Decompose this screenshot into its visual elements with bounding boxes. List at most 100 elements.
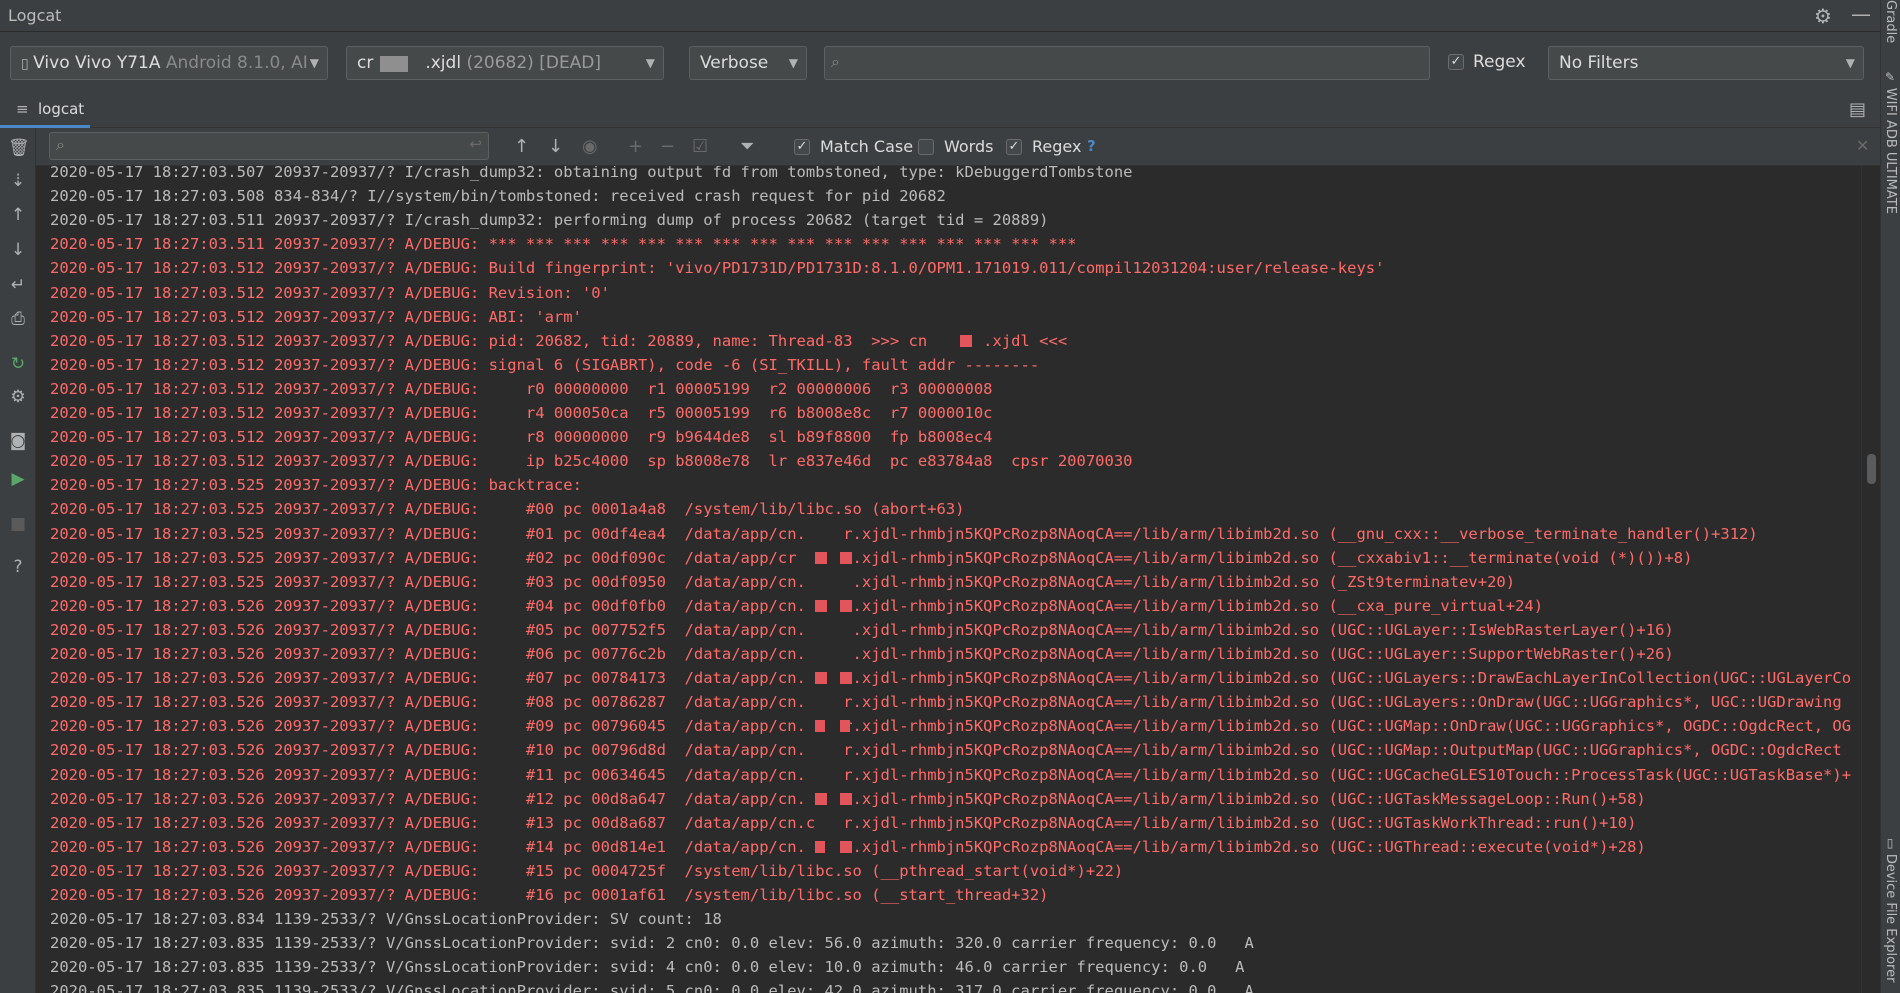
camera-icon[interactable]: ◙ (8, 430, 28, 452)
find-input[interactable]: ⌕ ↩ (49, 132, 489, 160)
log-line[interactable]: 2020-05-17 18:27:03.835 1139-2533/? V/Gn… (50, 955, 1244, 979)
redaction-mark (815, 551, 827, 564)
down-arrow-icon[interactable]: ↓ (8, 239, 28, 261)
device-file-explorer-label: Device File Explorer (1883, 853, 1898, 983)
minimize-icon[interactable]: — (1851, 2, 1871, 26)
wifi-adb-tool-tab[interactable]: ✎ WIFI ADB ULTIMATE (1883, 70, 1898, 214)
log-line[interactable]: 2020-05-17 18:27:03.526 20937-20937/? A/… (50, 690, 1842, 714)
log-line[interactable]: 2020-05-17 18:27:03.835 1139-2533/? V/Gn… (50, 979, 1254, 993)
filter-search-input[interactable]: ⌕ (824, 46, 1430, 80)
find-regex-label: Regex (1032, 137, 1082, 156)
log-line[interactable]: 2020-05-17 18:27:03.512 20937-20937/? A/… (50, 353, 1039, 377)
find-regex-checkbox[interactable]: ✓ (1006, 139, 1022, 155)
log-line[interactable]: 2020-05-17 18:27:03.834 1139-2533/? V/Gn… (50, 907, 722, 931)
log-line[interactable]: 2020-05-17 18:27:03.512 20937-20937/? A/… (50, 281, 610, 305)
log-line[interactable]: 2020-05-17 18:27:03.507 20937-20937/? I/… (50, 166, 1133, 184)
filter-icon[interactable]: ⏷ (740, 136, 754, 157)
log-line[interactable]: 2020-05-17 18:27:03.526 20937-20937/? A/… (50, 618, 1674, 642)
list-icon: ≡ (16, 100, 29, 118)
log-line[interactable]: 2020-05-17 18:27:03.526 20937-20937/? A/… (50, 642, 1674, 666)
redaction-mark (815, 792, 827, 805)
help-icon[interactable]: ? (8, 556, 28, 578)
restart-icon[interactable]: ↻ (8, 353, 28, 375)
log-line[interactable]: 2020-05-17 18:27:03.512 20937-20937/? A/… (50, 401, 993, 425)
log-scrollbar[interactable] (1861, 166, 1880, 993)
layout-icon[interactable]: ▤ (1849, 99, 1866, 120)
logcat-main-toolbar: ▯ Vivo Vivo Y71A Android 8.1.0, AI ▼ cr.… (0, 32, 1880, 94)
redaction-mark (815, 672, 827, 685)
device-file-explorer-tab[interactable]: ▯ Device File Explorer (1883, 836, 1898, 982)
log-line[interactable]: 2020-05-17 18:27:03.526 20937-20937/? A/… (50, 811, 1636, 835)
tab-logcat[interactable]: ≡ logcat (0, 94, 90, 128)
scroll-to-end-icon[interactable]: ⇣ (8, 170, 28, 192)
search-icon: ⌕ (56, 135, 65, 154)
process-name: .xjdl (425, 53, 462, 73)
phone-icon: ▯ (1883, 836, 1897, 854)
log-line[interactable]: 2020-05-17 18:27:03.512 20937-20937/? A/… (50, 256, 1384, 280)
redaction-block (380, 56, 408, 72)
regex-checkbox[interactable]: ✓ (1448, 54, 1464, 70)
stop-icon[interactable]: ■ (8, 513, 28, 535)
log-output[interactable]: 2020-05-17 18:27:03.507 20937-20937/? I/… (36, 166, 1861, 993)
soft-wrap-icon[interactable]: ↵ (8, 274, 28, 296)
close-find-icon[interactable]: ✕ (1856, 136, 1869, 155)
log-line[interactable]: 2020-05-17 18:27:03.511 20937-20937/? A/… (50, 232, 1077, 256)
log-line[interactable]: 2020-05-17 18:27:03.512 20937-20937/? A/… (50, 425, 993, 449)
plug-icon: ✎ (1883, 70, 1897, 88)
log-line[interactable]: 2020-05-17 18:27:03.526 20937-20937/? A/… (50, 859, 1123, 883)
regex-help-link[interactable]: ? (1087, 137, 1096, 155)
regex-label: Regex (1473, 52, 1526, 72)
filter-config-selector[interactable]: No Filters ▼ (1548, 46, 1864, 80)
log-line[interactable]: 2020-05-17 18:27:03.526 20937-20937/? A/… (50, 883, 1049, 907)
words-checkbox[interactable] (918, 139, 934, 155)
log-line[interactable]: 2020-05-17 18:27:03.525 20937-20937/? A/… (50, 570, 1515, 594)
find-toolbar: ⌕ ↩ ↑ ↓ ◉ + − ☑ ⏷ ✓ Match Case Words ✓ R… (36, 128, 1880, 166)
log-line[interactable]: 2020-05-17 18:27:03.525 20937-20937/? A/… (50, 522, 1758, 546)
gradle-tool-tab[interactable]: Gradle (1883, 0, 1898, 43)
trash-icon[interactable]: 🗑 (8, 137, 30, 159)
previous-occurrence-icon[interactable]: ↑ (514, 136, 529, 157)
settings-icon[interactable]: ⚙ (8, 386, 28, 408)
remove-selection-icon[interactable]: − (660, 136, 675, 157)
gear-icon[interactable]: ⚙ (1814, 4, 1832, 28)
log-line[interactable]: 2020-05-17 18:27:03.526 20937-20937/? A/… (50, 738, 1842, 762)
log-line[interactable]: 2020-05-17 18:27:03.511 20937-20937/? I/… (50, 208, 1049, 232)
match-case-checkbox[interactable]: ✓ (794, 139, 810, 155)
log-line[interactable]: 2020-05-17 18:27:03.526 20937-20937/? A/… (50, 714, 1851, 738)
process-status: [DEAD] (539, 53, 602, 73)
print-icon[interactable]: ⎙ (8, 308, 28, 330)
screen-record-icon[interactable]: ▶ (8, 468, 28, 490)
log-line[interactable]: 2020-05-17 18:27:03.512 20937-20937/? A/… (50, 305, 582, 329)
history-icon[interactable]: ↩ (469, 135, 482, 153)
up-arrow-icon[interactable]: ↑ (8, 204, 28, 226)
log-level-selector[interactable]: Verbose ▼ (689, 46, 807, 80)
phone-icon: ▯ (21, 56, 34, 72)
next-occurrence-icon[interactable]: ↓ (548, 136, 563, 157)
select-all-icon[interactable]: ☑ (692, 136, 708, 157)
process-prefix: cr (357, 53, 374, 73)
device-detail: Android 8.1.0, AI (165, 53, 308, 73)
log-line[interactable]: 2020-05-17 18:27:03.835 1139-2533/? V/Gn… (50, 931, 1254, 955)
log-line[interactable]: 2020-05-17 18:27:03.526 20937-20937/? A/… (50, 763, 1851, 787)
scrollbar-thumb[interactable] (1867, 454, 1876, 484)
process-pid: (20682) (466, 53, 534, 73)
redaction-mark (840, 792, 852, 805)
tab-bar: ≡ logcat ▤ (0, 94, 1880, 128)
log-line[interactable]: 2020-05-17 18:27:03.512 20937-20937/? A/… (50, 329, 1067, 353)
redaction-mark (840, 672, 852, 685)
redaction-mark (815, 599, 827, 612)
log-line[interactable]: 2020-05-17 18:27:03.525 20937-20937/? A/… (50, 497, 965, 521)
redaction-mark (840, 840, 852, 853)
log-line[interactable]: 2020-05-17 18:27:03.512 20937-20937/? A/… (50, 377, 993, 401)
chevron-down-icon: ▼ (645, 56, 655, 70)
log-line[interactable]: 2020-05-17 18:27:03.525 20937-20937/? A/… (50, 473, 582, 497)
log-line[interactable]: 2020-05-17 18:27:03.526 20937-20937/? A/… (50, 594, 1543, 618)
log-line[interactable]: 2020-05-17 18:27:03.525 20937-20937/? A/… (50, 546, 1692, 570)
add-selection-icon[interactable]: + (628, 136, 643, 157)
log-line[interactable]: 2020-05-17 18:27:03.526 20937-20937/? A/… (50, 666, 1851, 690)
log-line[interactable]: 2020-05-17 18:27:03.512 20937-20937/? A/… (50, 449, 1133, 473)
device-selector[interactable]: ▯ Vivo Vivo Y71A Android 8.1.0, AI ▼ (10, 46, 328, 80)
match-case-label: Match Case (820, 137, 914, 156)
find-all-icon[interactable]: ◉ (582, 136, 598, 157)
log-line[interactable]: 2020-05-17 18:27:03.508 834-834/? I//sys… (50, 184, 946, 208)
